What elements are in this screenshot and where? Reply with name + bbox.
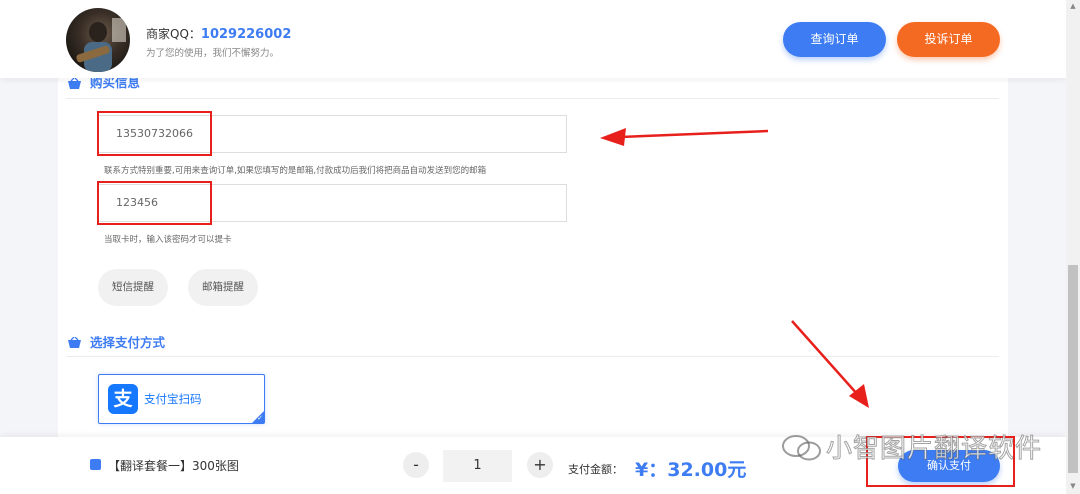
email-reminder-button[interactable]: 邮箱提醒 xyxy=(188,269,258,306)
query-order-button[interactable]: 查询订单 xyxy=(783,22,886,57)
purchase-divider xyxy=(66,98,999,99)
wechat-icon xyxy=(780,433,824,467)
sms-reminder-button[interactable]: 短信提醒 xyxy=(98,269,168,306)
merchant-header: 商家QQ：1029226002 为了您的使用，我们不懈努力。 查询订单 投诉订单 xyxy=(0,0,1066,78)
product-icon xyxy=(90,459,101,470)
scrollbar-thumb[interactable] xyxy=(1068,265,1078,473)
merchant-qq-line: 商家QQ：1029226002 xyxy=(146,25,291,42)
product-name: 【翻译套餐一】300张图 xyxy=(108,459,239,473)
annotation-box-password xyxy=(97,181,212,225)
watermark-text: 小智图片翻译软件 xyxy=(825,434,1043,465)
check-icon: ✓ xyxy=(257,414,263,422)
merchant-avatar xyxy=(66,8,130,72)
alipay-label: 支付宝扫码 xyxy=(144,392,202,406)
scroll-up-icon[interactable]: ▲ xyxy=(1068,2,1078,12)
basket-icon xyxy=(68,333,81,348)
alipay-scan-option[interactable]: 支 支付宝扫码 ✓ xyxy=(98,374,265,424)
payment-method-title: 选择支付方式 xyxy=(90,335,166,350)
quantity-increase-button[interactable]: + xyxy=(527,452,553,478)
amount-label: 支付金额： xyxy=(568,463,623,476)
merchant-qq-label: 商家QQ： xyxy=(146,27,201,41)
merchant-motto: 为了您的使用，我们不懈努力。 xyxy=(146,48,280,59)
password-hint: 当取卡时，输入该密码才可以提卡 xyxy=(104,235,232,245)
amount-value: ¥：32.00元 xyxy=(635,459,747,481)
quantity-input[interactable]: 1 xyxy=(443,450,512,482)
alipay-logo-icon: 支 xyxy=(108,384,138,414)
complain-order-button[interactable]: 投诉订单 xyxy=(897,22,1000,57)
quantity-decrease-button[interactable]: - xyxy=(403,452,429,478)
scroll-down-icon[interactable]: ▼ xyxy=(1068,482,1078,492)
merchant-qq-number: 1029226002 xyxy=(200,27,292,42)
annotation-box-contact xyxy=(97,111,212,156)
contact-hint: 联系方式特别重要,可用来查询订单,如果您填写的是邮箱,付款成功后我们将把商品自动… xyxy=(104,166,487,176)
payment-divider xyxy=(66,356,999,357)
